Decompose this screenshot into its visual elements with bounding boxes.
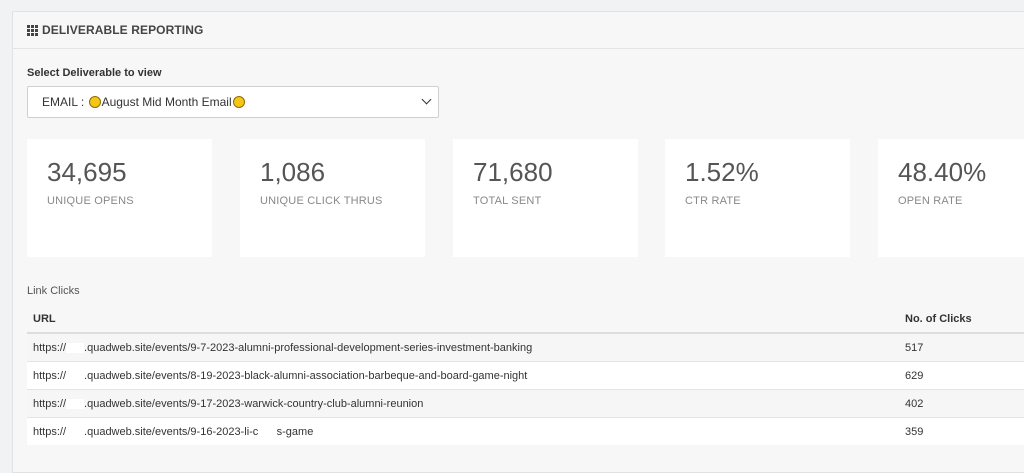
table-row: https:// .quadweb.site/events/9-7-2023-al…	[27, 332, 1024, 362]
url-text[interactable]: .quadweb.site/events/9-7-2023-alumni-pro…	[84, 342, 532, 354]
deliverable-reporting-panel: DELIVERABLE REPORTING Select Deliverable…	[12, 11, 1024, 473]
panel-header: DELIVERABLE REPORTING	[13, 12, 1024, 49]
url-scheme: https://	[33, 369, 67, 382]
redaction	[66, 426, 85, 437]
sun-emoji-icon	[88, 96, 101, 108]
stat-label: TOTAL SENT	[473, 195, 542, 207]
url-cell: https:// .quadweb.site/events/9-17-2023-w…	[27, 389, 899, 418]
stat-card-unique-opens: 34,695 UNIQUE OPENS	[27, 139, 212, 257]
url-cell: https:// .quadweb.site/events/9-7-2023-al…	[27, 332, 899, 362]
stat-card-total-sent: 71,680 TOTAL SENT	[453, 139, 638, 257]
column-header-clicks: No. of Clicks	[899, 306, 1024, 334]
url-scheme: https://	[33, 397, 67, 410]
link-clicks-title: Link Clicks	[27, 285, 80, 297]
table-row: https:// .quadweb.site/events/9-16-2023-l…	[27, 417, 1024, 445]
stat-label: UNIQUE OPENS	[47, 195, 134, 207]
redaction	[66, 398, 85, 409]
clicks-cell: 629	[899, 361, 1024, 390]
url-cell: https:// .quadweb.site/events/9-16-2023-l…	[27, 417, 899, 445]
stat-value: 71,680	[473, 157, 553, 187]
clicks-cell: 517	[899, 332, 1024, 362]
panel-title: DELIVERABLE REPORTING	[42, 23, 204, 37]
stat-card-ctr-rate: 1.52% CTR RATE	[665, 139, 850, 257]
table-row: https:// .quadweb.site/events/9-17-2023-w…	[27, 389, 1024, 418]
url-cell: https:// .quadweb.site/events/8-19-2023-b…	[27, 361, 899, 390]
stat-card-unique-click-thrus: 1,086 UNIQUE CLICK THRUS	[240, 139, 425, 257]
clicks-cell: 402	[899, 389, 1024, 418]
stat-value: 1.52%	[685, 157, 759, 187]
stat-label: CTR RATE	[685, 195, 741, 207]
stats-row: 34,695 UNIQUE OPENS 1,086 UNIQUE CLICK T…	[27, 139, 1024, 257]
grid-icon	[27, 24, 38, 36]
url-scheme: https://	[33, 341, 67, 354]
link-clicks-table: URL No. of Clicks https:// .quadweb.site/…	[27, 306, 1024, 445]
clicks-cell: 359	[899, 417, 1024, 445]
stat-card-open-rate: 48.40% OPEN RATE	[878, 139, 1024, 257]
url-text[interactable]: .quadweb.site/events/9-16-2023-li-c s-ga…	[84, 426, 313, 438]
stat-value: 1,086	[260, 157, 326, 187]
stat-value: 48.40%	[898, 157, 987, 187]
select-label: Select Deliverable to view	[27, 67, 162, 79]
url-text[interactable]: .quadweb.site/events/8-19-2023-black-alu…	[84, 370, 527, 382]
stat-value: 34,695	[47, 157, 127, 187]
stat-label: OPEN RATE	[898, 195, 963, 207]
redaction	[66, 370, 85, 381]
chevron-down-icon	[421, 94, 432, 105]
select-value: August Mid Month Email	[101, 95, 232, 109]
redaction	[66, 342, 85, 353]
url-text[interactable]: .quadweb.site/events/9-17-2023-warwick-c…	[84, 398, 423, 410]
column-header-url: URL	[27, 306, 899, 334]
deliverable-select[interactable]: EMAIL : August Mid Month Email	[27, 86, 439, 118]
sun-emoji-icon	[232, 96, 245, 108]
select-prefix: EMAIL :	[42, 95, 88, 109]
stat-label: UNIQUE CLICK THRUS	[260, 195, 383, 207]
table-row: https:// .quadweb.site/events/8-19-2023-b…	[27, 361, 1024, 390]
url-scheme: https://	[33, 425, 67, 438]
